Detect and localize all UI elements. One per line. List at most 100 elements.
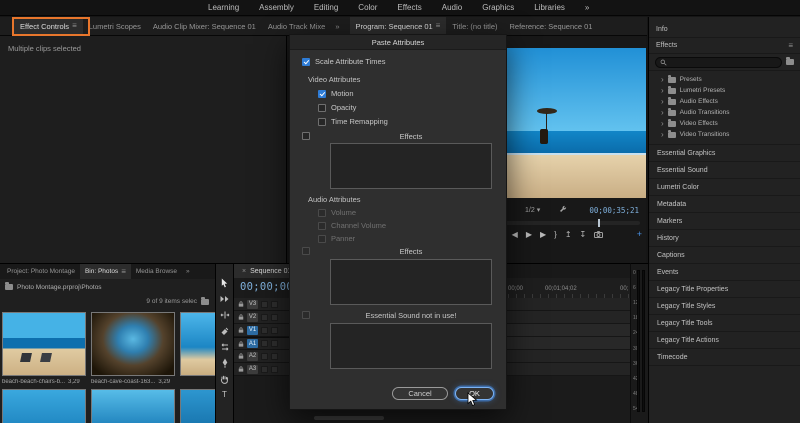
channel-volume-checkbox[interactable] [318,221,326,230]
panel-tab-metadata[interactable]: Metadata [649,196,800,213]
track-mute-toggle[interactable] [261,352,268,360]
lock-icon[interactable] [238,327,244,333]
tree-item-presets[interactable]: › Presets [649,74,800,85]
lock-icon[interactable] [238,301,244,307]
panel-menu-icon[interactable]: ≡ [72,22,77,30]
essential-sound-list[interactable] [330,323,492,369]
tab-overflow-icon[interactable]: » [186,268,190,275]
panel-tab-legacy-title-actions[interactable]: Legacy Title Actions [649,332,800,349]
tree-item-video-transitions[interactable]: › Video Transitions [649,129,800,140]
tab-media-browser[interactable]: Media Browse [131,264,182,279]
go-to-out-icon[interactable]: } [554,230,557,239]
track-solo-toggle[interactable] [271,352,278,360]
track-select-forward-tool[interactable] [220,294,230,304]
track-badge[interactable]: V1 [247,325,258,335]
workspace-effects[interactable]: Effects [397,3,421,12]
panel-tab-info[interactable]: Info [649,22,800,38]
chevron-right-icon[interactable]: › [661,75,664,84]
panel-tab-legacy-title-tools[interactable]: Legacy Title Tools [649,315,800,332]
timeline-horizontal-scrollbar[interactable] [314,416,384,420]
program-timecode[interactable]: 00;00;35;21 [589,206,639,215]
hand-tool[interactable] [220,374,230,384]
panel-tab-captions[interactable]: Captions [649,247,800,264]
step-back-icon[interactable]: ◀ [512,230,518,239]
button-editor-icon[interactable]: + [637,229,642,239]
slip-tool[interactable] [220,342,230,352]
video-effects-list[interactable] [330,143,492,189]
playback-resolution-dropdown[interactable]: 1/2 ▾ [525,206,540,215]
workspace-audio[interactable]: Audio [442,3,462,12]
razor-tool[interactable] [220,326,230,336]
panel-tab-events[interactable]: Events [649,264,800,281]
tree-item-lumetri-presets[interactable]: › Lumetri Presets [649,85,800,96]
tab-program-monitor[interactable]: Program: Sequence 01 ≡ [349,16,447,36]
track-badge[interactable]: A2 [247,351,258,361]
track-lock-toggle[interactable] [271,300,278,308]
track-output-toggle[interactable] [261,313,268,321]
tab-audio-track-mixer[interactable]: Audio Track Mixe [262,17,332,36]
step-forward-icon[interactable]: ▶ [540,230,546,239]
monitor-playhead[interactable] [598,219,601,227]
panel-menu-icon[interactable]: ≡ [121,267,126,276]
track-mute-toggle[interactable] [261,365,268,373]
lift-icon[interactable]: ↥ [565,230,572,239]
workspace-learning[interactable]: Learning [208,3,239,12]
scale-attribute-times-checkbox[interactable] [302,57,310,66]
panel-tab-legacy-title-styles[interactable]: Legacy Title Styles [649,298,800,315]
track-badge[interactable]: A3 [247,364,258,374]
track-badge[interactable]: A1 [247,339,258,348]
tab-overflow-icon[interactable]: » [335,22,339,31]
audio-effects-checkbox[interactable] [302,247,310,255]
chevron-right-icon[interactable]: › [661,97,664,106]
cancel-button[interactable]: Cancel [392,387,448,400]
panel-tab-markers[interactable]: Markers [649,213,800,230]
audio-effects-list[interactable] [330,259,492,305]
chevron-right-icon[interactable]: › [661,108,664,117]
thumbnail-clipped[interactable] [180,389,215,423]
lock-icon[interactable] [238,366,244,372]
lock-icon[interactable] [238,340,244,347]
thumbnail-clipped[interactable] [91,389,175,423]
ok-button[interactable]: OK [455,387,494,400]
type-tool[interactable]: T [220,390,230,400]
essential-sound-checkbox[interactable] [302,311,310,319]
tab-audio-clip-mixer[interactable]: Audio Clip Mixer: Sequence 01 [147,17,262,36]
bin-breadcrumb[interactable]: Photo Montage.prproj\Photos [0,279,215,295]
panel-tab-legacy-title-properties[interactable]: Legacy Title Properties [649,281,800,298]
tree-item-video-effects[interactable]: › Video Effects [649,118,800,129]
workspace-assembly[interactable]: Assembly [259,3,294,12]
track-output-toggle[interactable] [261,326,268,334]
tab-effect-controls[interactable]: Effect Controls ≡ [14,16,83,36]
panel-tab-lumetri-color[interactable]: Lumetri Color [649,179,800,196]
workspace-color[interactable]: Color [358,3,377,12]
close-icon[interactable]: × [242,268,246,275]
panel-tab-essential-sound[interactable]: Essential Sound [649,162,800,179]
tab-lumetri-scopes[interactable]: Lumetri Scopes [83,17,147,36]
motion-checkbox[interactable] [318,89,326,98]
panel-tab-effects[interactable]: Effects ≡ [649,38,800,54]
panel-tab-essential-graphics[interactable]: Essential Graphics [649,145,800,162]
video-effects-checkbox[interactable] [302,132,310,140]
lock-icon[interactable] [238,353,244,359]
panel-tab-timecode[interactable]: Timecode [649,349,800,366]
selection-tool[interactable] [220,278,230,288]
panel-tab-history[interactable]: History [649,230,800,247]
chevron-right-icon[interactable]: › [661,119,664,128]
chevron-right-icon[interactable]: › [661,86,664,95]
chevron-right-icon[interactable]: › [661,130,664,139]
time-remapping-checkbox[interactable] [318,117,326,126]
track-badge[interactable]: V3 [247,299,258,309]
workspace-graphics[interactable]: Graphics [482,3,514,12]
pen-tool[interactable] [220,358,230,368]
thumbnail-clipped[interactable] [2,389,86,423]
lock-icon[interactable] [238,314,244,320]
extract-icon[interactable]: ↧ [580,230,587,239]
thumbnail-beach-cave-coast[interactable] [91,312,175,376]
opacity-checkbox[interactable] [318,103,326,112]
track-badge[interactable]: V2 [247,312,258,322]
tab-project[interactable]: Project: Photo Montage [2,264,80,279]
tree-item-audio-transitions[interactable]: › Audio Transitions [649,107,800,118]
thumbnail-beach-beach-chairs[interactable] [2,312,86,376]
track-solo-toggle[interactable] [271,365,278,373]
volume-checkbox[interactable] [318,208,326,217]
